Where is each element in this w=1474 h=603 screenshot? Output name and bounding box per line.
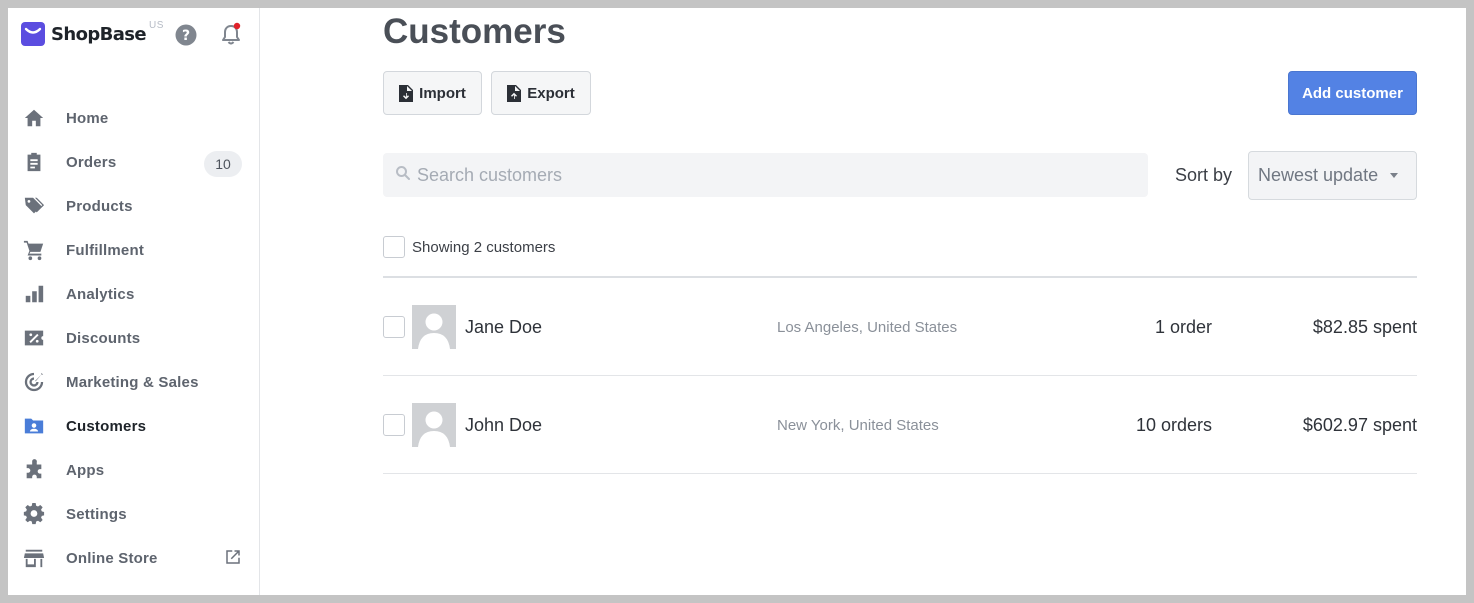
sidebar-item-label: Online Store — [66, 549, 158, 567]
home-icon — [22, 106, 46, 130]
clipboard-icon — [22, 150, 46, 174]
sidebar-item-home[interactable]: Home — [8, 96, 260, 140]
brand-name: ShopBase — [51, 24, 147, 45]
sidebar-item-apps[interactable]: Apps — [8, 448, 260, 492]
customer-orders: 1 order — [1154, 317, 1212, 337]
customer-spent: $602.97 spent — [1302, 415, 1417, 435]
customer-folder-icon — [22, 414, 46, 438]
sidebar-item-label: Home — [66, 109, 109, 127]
sort-select-value: Newest update — [1258, 165, 1379, 185]
sort-select[interactable]: Newest update — [1248, 151, 1417, 200]
sidebar-nav: Home Orders 10 Products Fulfillment Anal… — [8, 96, 260, 580]
sidebar-item-customers[interactable]: Customers — [8, 404, 260, 448]
store-icon — [22, 546, 46, 570]
brand[interactable]: ShopBase US — [21, 20, 164, 46]
search-icon — [396, 166, 410, 180]
page-title: Customers — [383, 12, 566, 51]
sidebar-item-label: Products — [66, 197, 133, 215]
sidebar-item-label: Apps — [66, 461, 105, 479]
customer-name: John Doe — [465, 415, 543, 435]
avatar-icon — [412, 305, 456, 349]
tag-icon — [22, 194, 46, 218]
sidebar-item-products[interactable]: Products — [8, 184, 260, 228]
customer-name: Jane Doe — [465, 317, 543, 337]
import-button-label: Import — [419, 84, 466, 102]
app-window: ShopBase US ? Home Orders 10 Products Fu… — [8, 8, 1466, 595]
sidebar-item-analytics[interactable]: Analytics — [8, 272, 260, 316]
external-link-icon[interactable] — [224, 548, 242, 566]
cart-icon — [22, 238, 46, 262]
row-checkbox[interactable] — [383, 414, 405, 436]
sidebar-item-label: Marketing & Sales — [66, 373, 199, 391]
target-icon — [22, 370, 46, 394]
gear-icon — [22, 502, 46, 526]
sidebar-item-label: Discounts — [66, 329, 141, 347]
file-import-icon — [399, 84, 414, 102]
svg-text:?: ? — [182, 28, 190, 44]
export-button-label: Export — [527, 84, 575, 102]
customer-count-text: Showing 2 customers — [412, 239, 556, 256]
add-customer-button[interactable]: Add customer — [1288, 71, 1417, 115]
customer-orders: 10 orders — [1135, 415, 1212, 435]
sidebar: ShopBase US ? Home Orders 10 Products Fu… — [8, 8, 260, 595]
import-button[interactable]: Import — [383, 71, 482, 115]
search-bar — [383, 153, 1148, 197]
main-content: Customers Import Export Add customer Sor… — [383, 8, 1417, 595]
sidebar-item-discounts[interactable]: Discounts — [8, 316, 260, 360]
bell-icon[interactable] — [220, 22, 242, 46]
bar-chart-icon — [22, 282, 46, 306]
search-input[interactable] — [383, 153, 1148, 197]
customer-row[interactable]: Jane Doe Los Angeles, United States 1 or… — [383, 278, 1417, 376]
avatar-icon — [412, 403, 456, 447]
brand-region: US — [149, 20, 164, 31]
sidebar-item-fulfillment[interactable]: Fulfillment — [8, 228, 260, 272]
sidebar-item-label: Fulfillment — [66, 241, 145, 259]
shopbase-logo-icon — [21, 22, 45, 46]
sidebar-item-label: Orders — [66, 153, 117, 171]
caret-down-icon — [1390, 173, 1398, 178]
customer-row[interactable]: John Doe New York, United States 10 orde… — [383, 376, 1417, 474]
row-checkbox[interactable] — [383, 316, 405, 338]
sidebar-item-online-store[interactable]: Online Store — [8, 536, 260, 580]
customer-spent: $82.85 spent — [1312, 317, 1417, 337]
select-all-checkbox[interactable] — [383, 236, 405, 258]
percent-icon — [22, 326, 46, 350]
sidebar-item-label: Settings — [66, 505, 127, 523]
sort-label: Sort by — [1175, 165, 1233, 185]
sidebar-item-orders[interactable]: Orders 10 — [8, 140, 260, 184]
sidebar-item-settings[interactable]: Settings — [8, 492, 260, 536]
customer-location: Los Angeles, United States — [777, 319, 958, 336]
sidebar-item-marketing-sales[interactable]: Marketing & Sales — [8, 360, 260, 404]
file-export-icon — [507, 84, 522, 102]
puzzle-icon — [22, 458, 46, 482]
help-icon[interactable]: ? — [175, 24, 197, 46]
sidebar-item-label: Customers — [66, 417, 147, 435]
sidebar-item-label: Analytics — [66, 285, 135, 303]
customer-location: New York, United States — [777, 417, 939, 434]
orders-count-badge: 10 — [204, 151, 242, 177]
export-button[interactable]: Export — [491, 71, 591, 115]
